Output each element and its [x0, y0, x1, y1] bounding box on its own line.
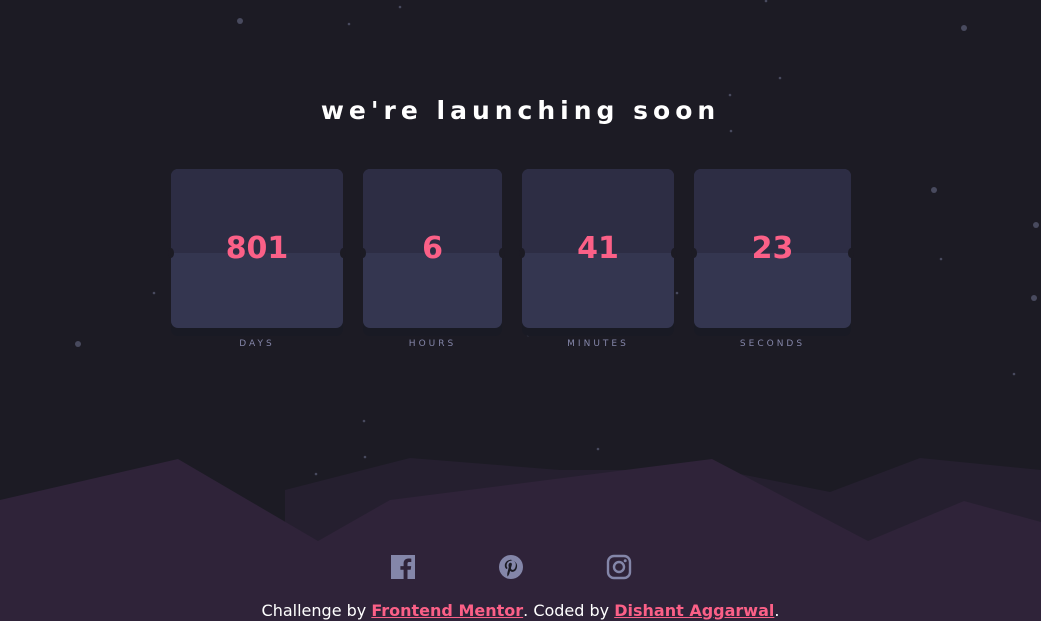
pinterest-icon[interactable] [497, 553, 525, 581]
footer-suffix: . [774, 601, 780, 620]
flip-card-days: 801 [171, 169, 343, 328]
seconds-value: 23 [751, 231, 794, 266]
author-link[interactable]: Dishant Aggarwal [614, 601, 774, 620]
flip-card-hours: 6 [363, 169, 502, 328]
countdown-hours: 6 HOURS [360, 169, 505, 349]
flip-card-seconds: 23 [694, 169, 851, 328]
flip-card-minutes: 41 [522, 169, 674, 328]
countdown-days: 801 DAYS [168, 169, 346, 349]
hills-background [0, 458, 1041, 621]
minutes-value: 41 [577, 231, 619, 266]
launch-countdown-page: we're launching soon 801 DAYS 6 HOURS 41… [0, 0, 1041, 621]
instagram-icon[interactable] [605, 553, 633, 581]
frontend-mentor-link[interactable]: Frontend Mentor [371, 601, 523, 620]
countdown-seconds: 23 SECONDS [691, 169, 854, 349]
minutes-label: MINUTES [567, 339, 629, 349]
footer-attribution: Challenge by Frontend Mentor. Coded by D… [0, 601, 1041, 620]
days-value: 801 [225, 231, 289, 266]
facebook-icon[interactable] [389, 553, 417, 581]
days-label: DAYS [239, 339, 275, 349]
hours-value: 6 [422, 231, 443, 266]
seconds-label: SECONDS [739, 339, 806, 349]
footer-prefix: Challenge by [261, 601, 372, 620]
countdown-minutes: 41 MINUTES [519, 169, 677, 349]
hours-label: HOURS [408, 339, 457, 349]
footer-middle: . Coded by [523, 601, 615, 620]
page-title: we're launching soon [320, 96, 721, 125]
